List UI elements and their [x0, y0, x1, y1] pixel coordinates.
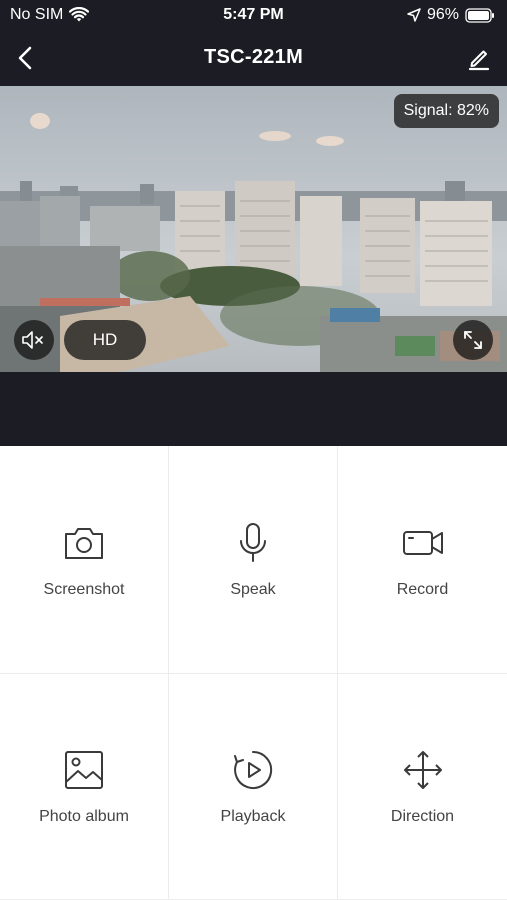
move-arrows-icon [403, 750, 442, 789]
quality-button[interactable]: HD [64, 320, 146, 360]
fullscreen-button[interactable] [453, 320, 493, 360]
nav-bar: TSC-221M [0, 30, 507, 86]
direction-label: Direction [390, 807, 455, 825]
photo-album-button[interactable]: Photo album [0, 674, 169, 900]
microphone-icon [240, 522, 266, 562]
status-right: 96% [407, 6, 495, 24]
playback-button[interactable]: Playback [169, 674, 338, 900]
control-grid: Screenshot Speak Record Photo album Play… [0, 446, 507, 900]
camera-feed[interactable]: Signal: 82% HD [0, 86, 507, 372]
fullscreen-icon [464, 331, 482, 349]
screenshot-label: Screenshot [43, 580, 125, 598]
image-icon [65, 750, 103, 789]
mute-button[interactable] [14, 320, 54, 360]
page-title: TSC-221M [203, 46, 304, 68]
pencil-icon[interactable] [465, 44, 493, 72]
status-bar: No SIM 5:47 PM 96% [0, 0, 507, 30]
record-label: Record [396, 580, 449, 598]
speak-label: Speak [230, 580, 276, 598]
battery-icon [465, 7, 494, 23]
record-button[interactable]: Record [338, 446, 507, 674]
video-footer-strip [0, 372, 507, 446]
camera-icon [65, 527, 103, 559]
screenshot-button[interactable]: Screenshot [0, 446, 169, 674]
speak-button[interactable]: Speak [169, 446, 338, 674]
location-arrow-icon [407, 8, 421, 22]
signal-badge: Signal: 82% [393, 94, 499, 128]
playback-icon [234, 750, 273, 789]
video-camera-icon [402, 530, 443, 555]
direction-button[interactable]: Direction [338, 674, 507, 900]
playback-label: Playback [220, 807, 286, 825]
photo-album-label: Photo album [39, 807, 129, 825]
battery-percent: 96% [426, 6, 459, 23]
speaker-muted-icon [22, 331, 43, 349]
